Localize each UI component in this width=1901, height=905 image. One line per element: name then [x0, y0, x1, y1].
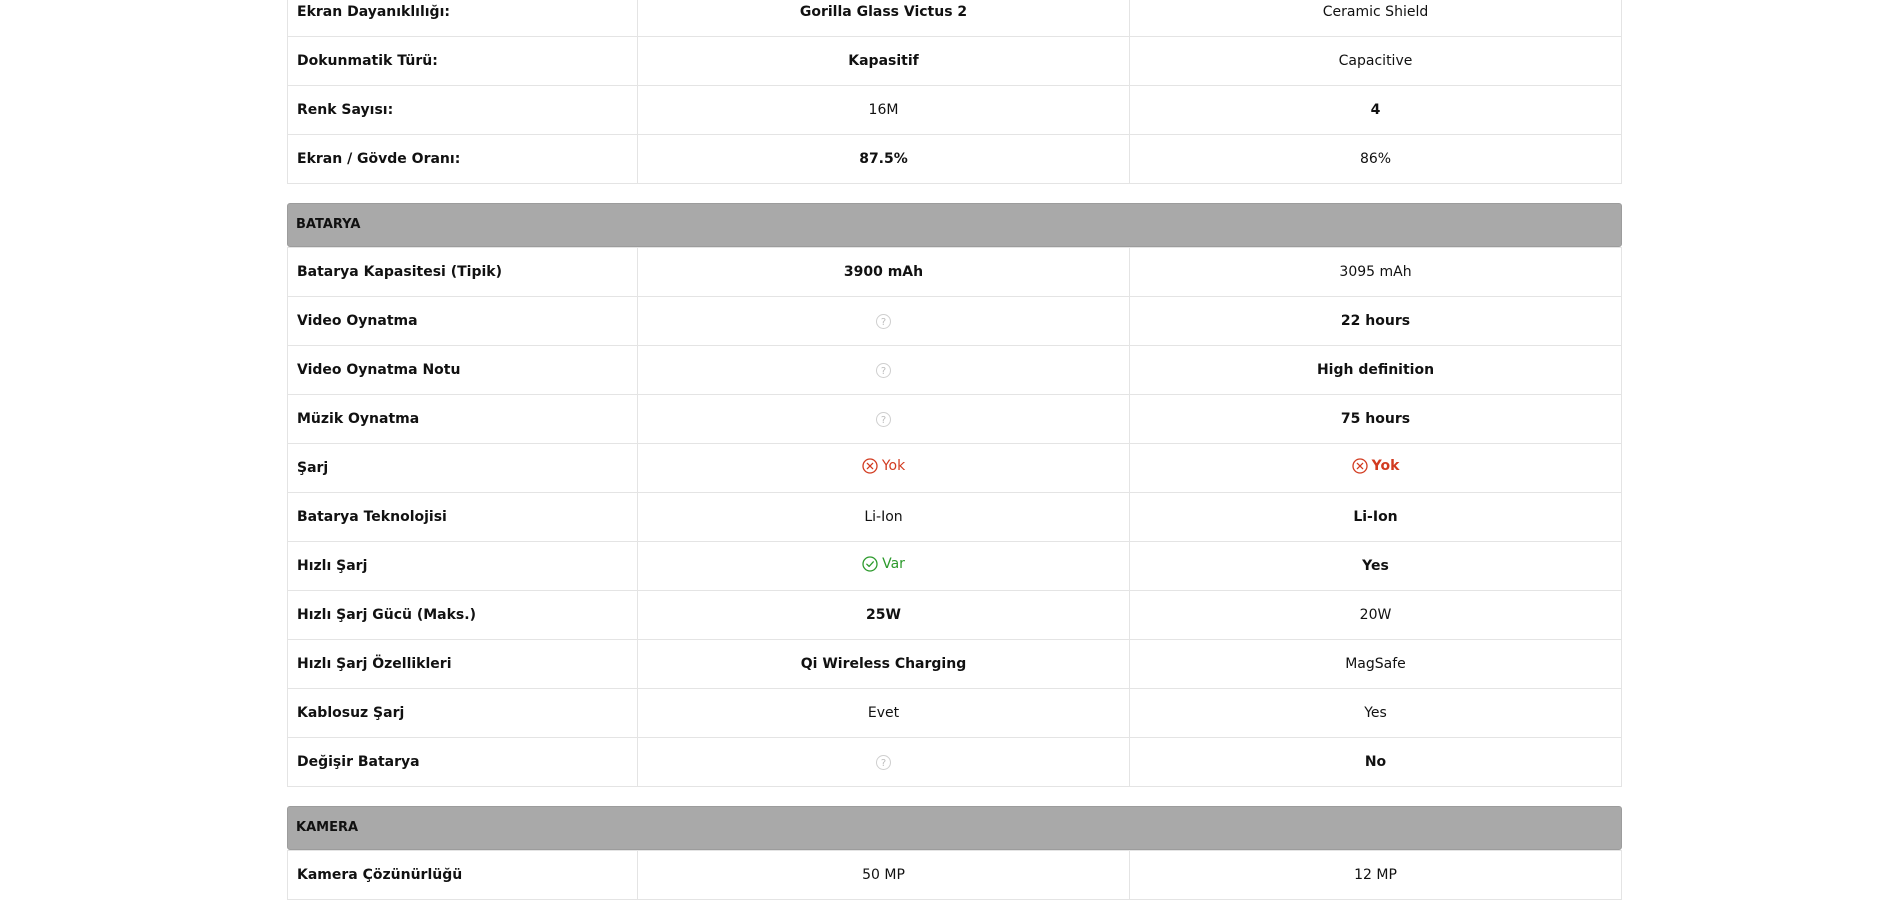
spec-row: Video Oynatma Notu? High definition	[287, 345, 1622, 395]
spec-label: Kablosuz Şarj	[287, 688, 638, 738]
spec-row: Kamera Çözünürlüğü 50 MP 12 MP	[287, 850, 1622, 900]
spec-row: Değişir Batarya? No	[287, 737, 1622, 787]
value-cell-phone-a: 16M	[637, 85, 1130, 135]
spec-label: Batarya Kapasitesi (Tipik)	[287, 247, 638, 297]
value-cell-phone-a: ?	[637, 737, 1130, 787]
value-cell-phone-b: 86%	[1129, 134, 1622, 184]
status-text: Yok	[881, 458, 906, 474]
spec-label: Kamera Çözünürlüğü	[287, 850, 638, 900]
spec-label: Dokunmatik Türü:	[287, 36, 638, 86]
spec-row: Video Oynatma? 22 hours	[287, 296, 1622, 346]
spec-label: Renk Sayısı:	[287, 85, 638, 135]
status-text: Yok	[1371, 458, 1400, 474]
value-cell-phone-a: Gorilla Glass Victus 2	[637, 0, 1130, 37]
spec-label: Hızlı Şarj	[287, 541, 638, 591]
spec-comparison: Ekran Dayanıklılığı: Gorilla Glass Victus…	[287, 0, 1622, 900]
spec-row: Renk Sayısı: 16M 4	[287, 85, 1622, 135]
spec-label: Ekran / Gövde Oranı:	[287, 134, 638, 184]
value-cell-phone-a: Yok	[637, 443, 1130, 493]
battery-spec-table: Batarya Kapasitesi (Tipik) 3900 mAh 3095 m…	[287, 247, 1622, 787]
value-cell-phone-a: Kapasitif	[637, 36, 1130, 86]
spec-row: Hızlı Şarj Özellikleri Qi Wireless Chargi…	[287, 639, 1622, 689]
display-spec-table: Ekran Dayanıklılığı: Gorilla Glass Victus…	[287, 0, 1622, 184]
section-header-camera[interactable]: KAMERA	[287, 806, 1622, 850]
x-circle-icon	[862, 458, 878, 474]
value-cell-phone-a: Li-Ion	[637, 492, 1130, 542]
value-cell-phone-b: 12 MP	[1129, 850, 1622, 900]
spec-label: Batarya Teknolojisi	[287, 492, 638, 542]
value-cell-phone-b: No	[1129, 737, 1622, 787]
spec-label: Değişir Batarya	[287, 737, 638, 787]
comparison-page: Ekran Dayanıklılığı: Gorilla Glass Victus…	[0, 0, 1901, 905]
value-cell-phone-a: Evet	[637, 688, 1130, 738]
value-cell-phone-b: 75 hours	[1129, 394, 1622, 444]
spec-row: Ekran Dayanıklılığı: Gorilla Glass Victus…	[287, 0, 1622, 37]
value-cell-phone-b: Yes	[1129, 541, 1622, 591]
value-cell-phone-a: 87.5%	[637, 134, 1130, 184]
spec-label: Video Oynatma	[287, 296, 638, 346]
value-cell-phone-a: ?	[637, 296, 1130, 346]
question-icon[interactable]: ?	[876, 411, 891, 427]
spec-label: Hızlı Şarj Özellikleri	[287, 639, 638, 689]
spec-label: Ekran Dayanıklılığı:	[287, 0, 638, 37]
camera-spec-table: Kamera Çözünürlüğü 50 MP 12 MP	[287, 850, 1622, 900]
spec-label: Video Oynatma Notu	[287, 345, 638, 395]
value-cell-phone-b: 3095 mAh	[1129, 247, 1622, 297]
check-circle-icon	[862, 556, 878, 572]
spec-row: Şarj Yok Yok	[287, 443, 1622, 493]
value-cell-phone-b: Capacitive	[1129, 36, 1622, 86]
status-no: Yok	[862, 458, 905, 474]
value-cell-phone-a: 3900 mAh	[637, 247, 1130, 297]
spec-label: Hızlı Şarj Gücü (Maks.)	[287, 590, 638, 640]
spec-row: Dokunmatik Türü: Kapasitif Capacitive	[287, 36, 1622, 86]
value-cell-phone-b: Li-Ion	[1129, 492, 1622, 542]
section-header-battery[interactable]: BATARYA	[287, 203, 1622, 247]
value-cell-phone-b: MagSafe	[1129, 639, 1622, 689]
spec-row: Ekran / Gövde Oranı: 87.5% 86%	[287, 134, 1622, 184]
spec-label: Müzik Oynatma	[287, 394, 638, 444]
status-text: Var	[882, 556, 905, 572]
value-cell-phone-b: Ceramic Shield	[1129, 0, 1622, 37]
value-cell-phone-b: Yok	[1129, 443, 1622, 493]
question-icon[interactable]: ?	[876, 313, 891, 329]
value-cell-phone-b: 20W	[1129, 590, 1622, 640]
value-cell-phone-a: ?	[637, 394, 1130, 444]
value-cell-phone-a: 50 MP	[637, 850, 1130, 900]
value-cell-phone-b: 4	[1129, 85, 1622, 135]
value-cell-phone-b: High definition	[1129, 345, 1622, 395]
spec-label: Şarj	[287, 443, 638, 493]
value-cell-phone-a: 25W	[637, 590, 1130, 640]
value-cell-phone-a: ?	[637, 345, 1130, 395]
value-cell-phone-b: Yes	[1129, 688, 1622, 738]
question-icon[interactable]: ?	[876, 362, 891, 378]
x-circle-icon	[1351, 458, 1368, 474]
value-cell-phone-b: 22 hours	[1129, 296, 1622, 346]
spec-row: Batarya Teknolojisi Li-Ion Li-Ion	[287, 492, 1622, 542]
spec-row: Batarya Kapasitesi (Tipik) 3900 mAh 3095 m…	[287, 247, 1622, 297]
question-icon[interactable]: ?	[876, 754, 891, 770]
spec-row: Hızlı Şarj Var Yes	[287, 541, 1622, 591]
spec-row: Kablosuz Şarj Evet Yes	[287, 688, 1622, 738]
value-cell-phone-a: Qi Wireless Charging	[637, 639, 1130, 689]
status-no: Yok	[1351, 458, 1400, 474]
status-yes: Var	[862, 556, 905, 572]
spec-row: Müzik Oynatma? 75 hours	[287, 394, 1622, 444]
spec-row: Hızlı Şarj Gücü (Maks.) 25W 20W	[287, 590, 1622, 640]
value-cell-phone-a: Var	[637, 541, 1130, 591]
